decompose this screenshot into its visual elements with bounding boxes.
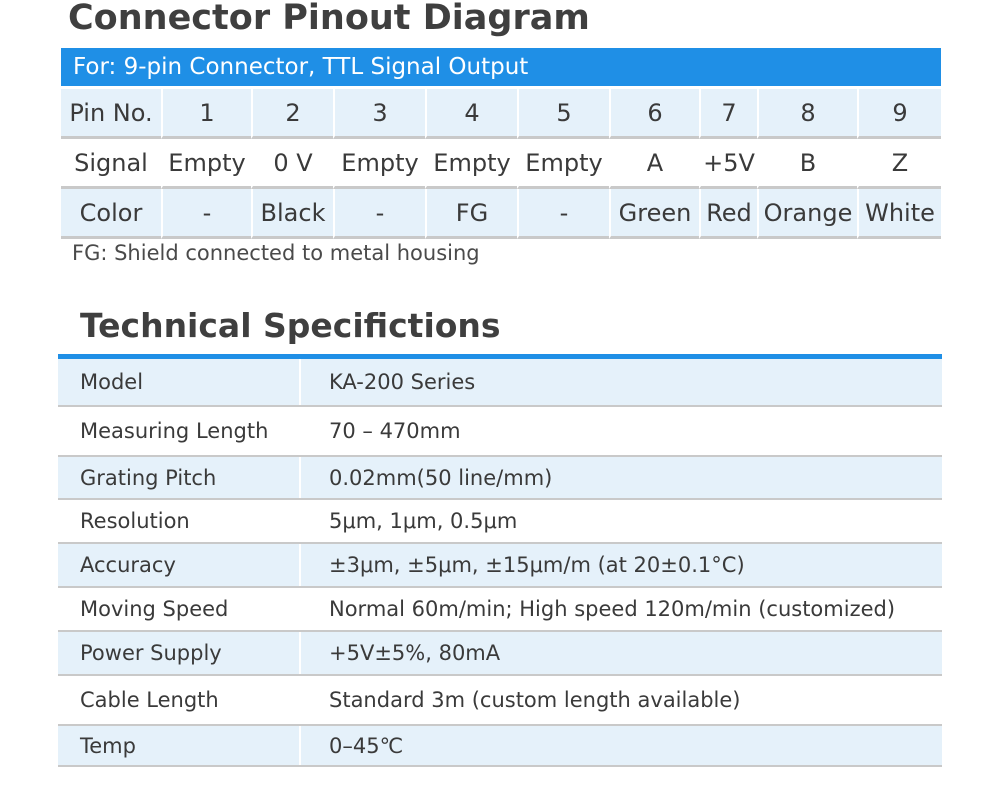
table-cell: Empty <box>333 139 425 189</box>
table-cell: A <box>609 139 699 189</box>
table-cell: Empty <box>517 139 609 189</box>
pinout-subtitle-bar: For: 9-pin Connector, TTL Signal Output <box>61 48 941 86</box>
spec-value: 0.02mm(50 line/mm) <box>300 456 942 500</box>
pinout-row-color: Color - Black - FG - Green Red Orange Wh… <box>61 189 941 239</box>
spec-key: Grating Pitch <box>58 456 301 500</box>
table-cell: Green <box>609 189 699 239</box>
table-row: Resolution 5μm, 1μm, 0.5μm <box>58 499 942 544</box>
table-row: Grating Pitch 0.02mm(50 line/mm) <box>58 456 942 500</box>
pinout-title: Connector Pinout Diagram <box>68 0 590 38</box>
spec-value: Standard 3m (custom length available) <box>300 675 942 726</box>
table-cell: Orange <box>757 189 857 239</box>
table-cell: +5V <box>699 139 757 189</box>
row-label: Color <box>61 189 161 239</box>
spec-value: +5V±5%, 80mA <box>300 631 942 676</box>
pinout-row-signal: Signal Empty 0 V Empty Empty Empty A +5V… <box>61 139 941 189</box>
spec-value: ±3μm, ±5μm, ±15μm/m (at 20±0.1°C) <box>300 543 942 588</box>
table-cell: Black <box>251 189 333 239</box>
specs-title: Technical Specifictions <box>80 306 501 345</box>
pinout-row-pin-no: Pin No. 1 2 3 4 5 6 7 8 9 <box>61 89 941 139</box>
spec-key: Model <box>58 359 301 407</box>
table-row: Temp 0–45℃ <box>58 725 942 767</box>
spec-value: KA-200 Series <box>300 359 942 407</box>
table-cell: Empty <box>161 139 251 189</box>
spec-value: 0–45℃ <box>300 725 942 767</box>
table-cell: FG <box>425 189 517 239</box>
table-cell: - <box>517 189 609 239</box>
table-cell: 7 <box>699 89 757 139</box>
table-cell: 8 <box>757 89 857 139</box>
pinout-note: FG: Shield connected to metal housing <box>72 241 480 265</box>
table-cell: B <box>757 139 857 189</box>
spec-key: Measuring Length <box>58 406 301 457</box>
spec-key: Resolution <box>58 499 301 544</box>
pinout-table: Pin No. 1 2 3 4 5 6 7 8 9 Signal Empty 0… <box>61 89 941 239</box>
table-cell: - <box>333 189 425 239</box>
spec-value: Normal 60m/min; High speed 120m/min (cus… <box>300 587 942 632</box>
spec-key: Power Supply <box>58 631 301 676</box>
spec-key: Cable Length <box>58 675 301 726</box>
table-row: Cable Length Standard 3m (custom length … <box>58 675 942 726</box>
table-cell: 5 <box>517 89 609 139</box>
table-cell: 9 <box>857 89 941 139</box>
table-cell: Z <box>857 139 941 189</box>
table-cell: 1 <box>161 89 251 139</box>
table-cell: - <box>161 189 251 239</box>
table-cell: White <box>857 189 941 239</box>
table-row: Accuracy ±3μm, ±5μm, ±15μm/m (at 20±0.1°… <box>58 543 942 588</box>
table-cell: Red <box>699 189 757 239</box>
table-row: Measuring Length 70 – 470mm <box>58 406 942 457</box>
spec-key: Moving Speed <box>58 587 301 632</box>
table-cell: 0 V <box>251 139 333 189</box>
table-row: Model KA-200 Series <box>58 359 942 407</box>
table-row: Power Supply +5V±5%, 80mA <box>58 631 942 676</box>
table-cell: 6 <box>609 89 699 139</box>
table-cell: 3 <box>333 89 425 139</box>
table-cell: 2 <box>251 89 333 139</box>
table-cell: Empty <box>425 139 517 189</box>
row-label: Signal <box>61 139 161 189</box>
table-row: Moving Speed Normal 60m/min; High speed … <box>58 587 942 632</box>
spec-key: Temp <box>58 725 301 767</box>
table-cell: 4 <box>425 89 517 139</box>
spec-value: 70 – 470mm <box>300 406 942 457</box>
spec-value: 5μm, 1μm, 0.5μm <box>300 499 942 544</box>
specs-table: Model KA-200 Series Measuring Length 70 … <box>58 359 942 767</box>
row-label: Pin No. <box>61 89 161 139</box>
spec-key: Accuracy <box>58 543 301 588</box>
